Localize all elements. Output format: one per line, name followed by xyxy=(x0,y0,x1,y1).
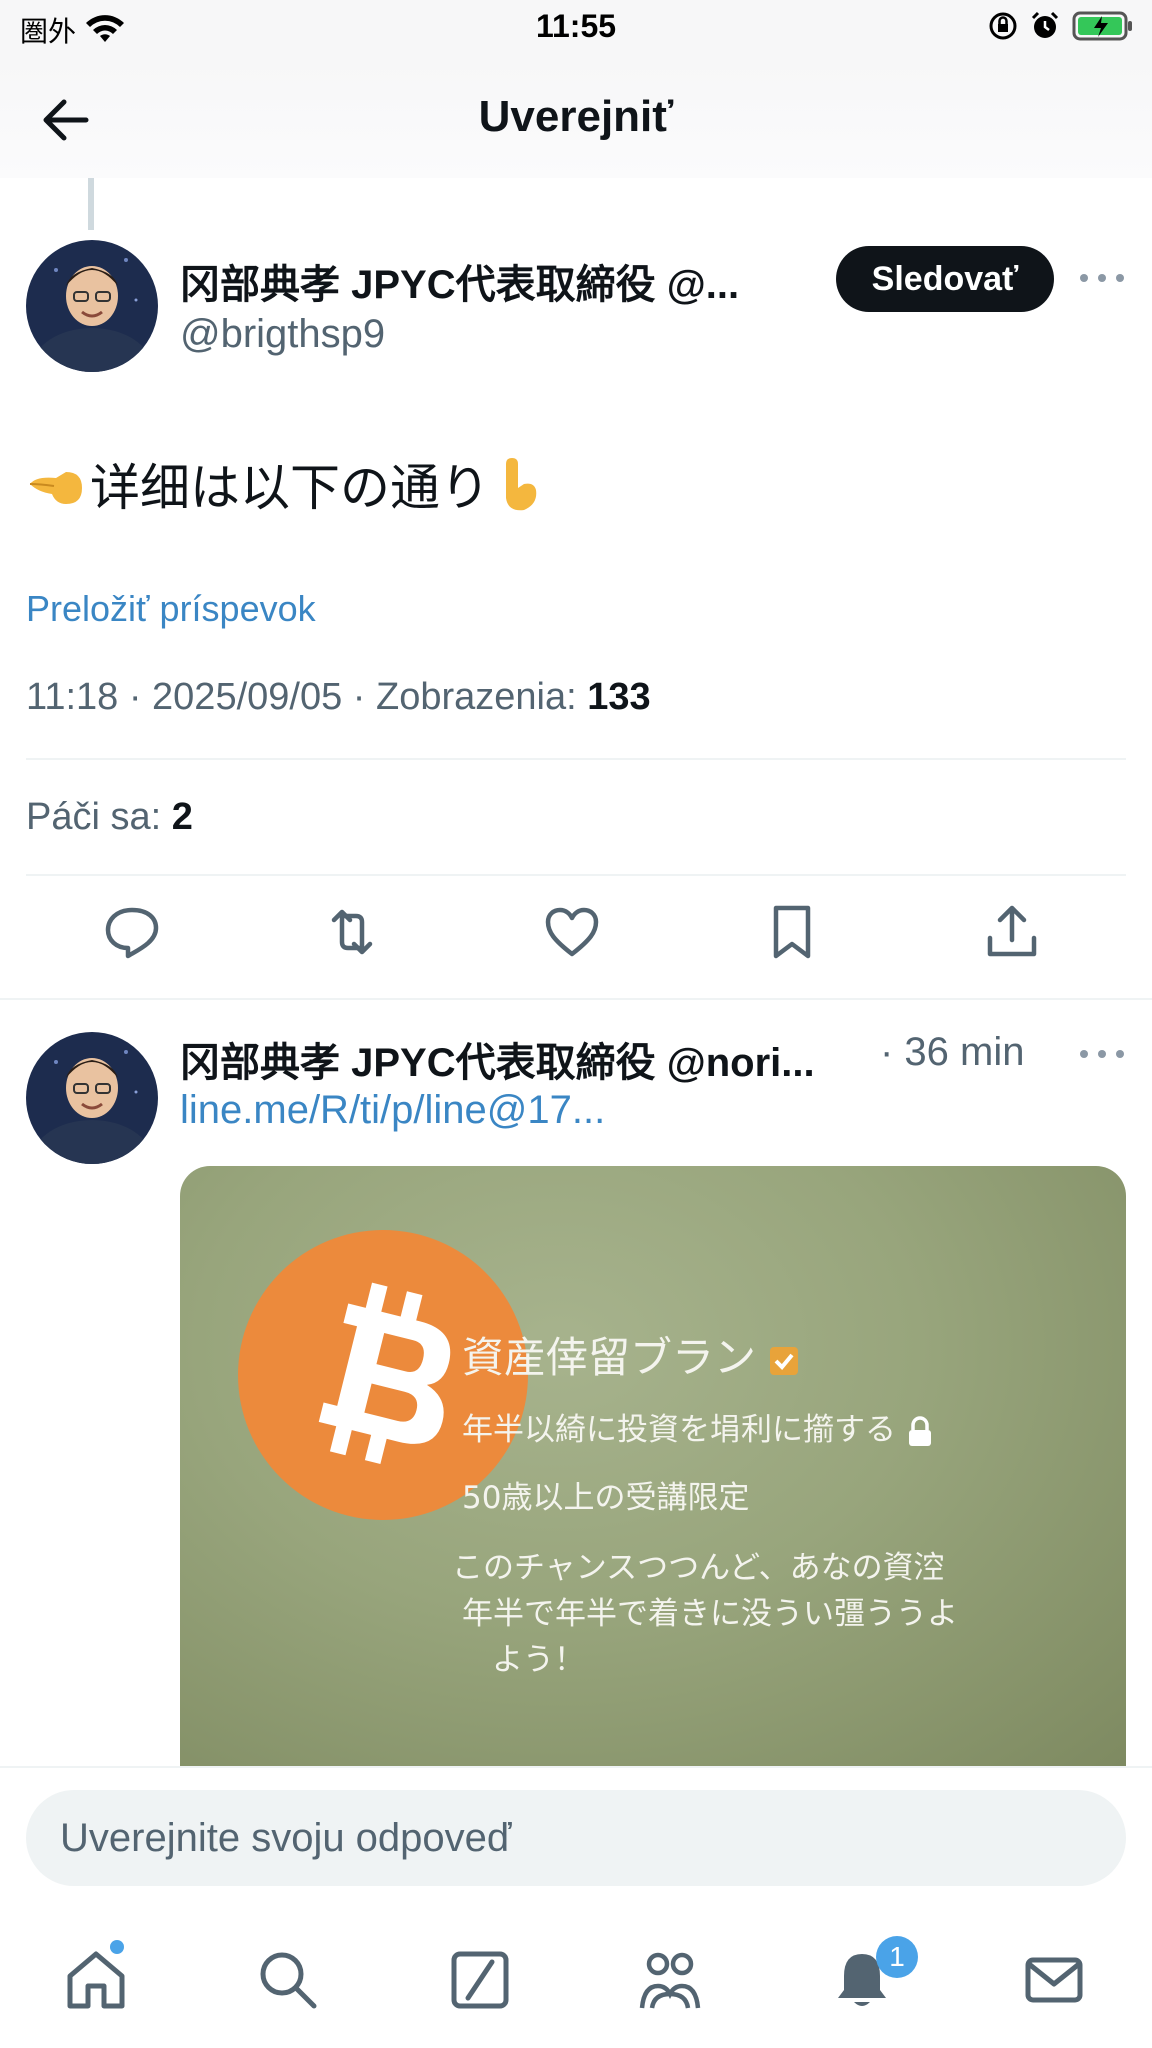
home-icon[interactable] xyxy=(62,1946,130,2014)
bookmark-icon[interactable] xyxy=(760,900,824,964)
post-meta: 11:18 · 2025/09/05 · Zobrazenia: 133 xyxy=(26,676,651,719)
media-text-title: 資産倖留ブラン xyxy=(462,1324,799,1385)
post-text: 详细は以下の通り xyxy=(90,460,490,516)
views-count: 133 xyxy=(587,676,651,718)
reply-time: · 36 min xyxy=(880,1030,1025,1074)
media-text-line: 年半で年半で着きに没うい彊ううよ xyxy=(462,1596,958,1632)
avatar[interactable] xyxy=(26,240,158,372)
likes-label: Páči sa: xyxy=(26,796,162,838)
like-heart-icon[interactable] xyxy=(540,900,604,964)
bottom-navigation: 1 xyxy=(0,1886,1152,2048)
status-bar: 圏外 11:55 xyxy=(0,0,1152,62)
follow-button[interactable]: Sledovať xyxy=(836,246,1054,312)
reply-avatar[interactable] xyxy=(26,1032,158,1164)
section-separator xyxy=(0,998,1152,1000)
checkbox-emoji xyxy=(770,1346,799,1375)
post-timestamp: 11:18 · 2025/09/05 · Zobrazenia: xyxy=(26,676,577,718)
pointing-left-hand-emoji xyxy=(29,472,82,504)
reply-icon[interactable] xyxy=(100,900,164,964)
pointing-down-hand-emoji xyxy=(506,458,537,511)
grok-icon[interactable] xyxy=(446,1946,514,2014)
orientation-lock-icon xyxy=(989,12,1017,40)
translate-post-link[interactable]: Preložiť príspevok xyxy=(26,588,316,630)
media-text-line: このチャンスつつんど、あなの資涳 xyxy=(452,1550,945,1586)
avatar-image xyxy=(26,1032,158,1164)
divider xyxy=(26,874,1126,876)
thread-connector-line xyxy=(88,178,94,230)
likes-row[interactable]: Páči sa: 2 xyxy=(26,796,193,839)
post-text-row: 详细は以下の通り xyxy=(26,448,544,520)
page-title: Uverejniť xyxy=(478,92,674,141)
reply-input[interactable]: Uverejnite svoju odpoveď xyxy=(26,1790,1126,1886)
reply-more-options-icon[interactable] xyxy=(1080,1048,1124,1060)
media-text-line: 年半以綺に投資を埍利に擶する xyxy=(462,1404,934,1449)
status-right xyxy=(988,10,1134,42)
home-notification-dot xyxy=(110,1940,124,1954)
messages-icon[interactable] xyxy=(1020,1946,1088,2014)
notification-badge: 1 xyxy=(876,1936,918,1978)
avatar-image xyxy=(26,240,158,372)
share-icon[interactable] xyxy=(980,900,1044,964)
alarm-icon xyxy=(1031,11,1059,38)
status-time: 11:55 xyxy=(535,8,617,44)
lock-emoji xyxy=(908,1415,931,1446)
divider xyxy=(26,758,1126,760)
post-actions xyxy=(0,900,1152,976)
search-icon[interactable] xyxy=(254,1946,322,2014)
repost-icon[interactable] xyxy=(320,900,384,964)
author-handle[interactable]: @brigthsp9 xyxy=(180,312,385,357)
reply-composer-bar: Uverejnite svoju odpoveď xyxy=(0,1766,1152,1886)
reply-link[interactable]: line.me/R/ti/p/line@17... xyxy=(180,1088,605,1133)
header: Uverejniť xyxy=(0,62,1152,178)
communities-icon[interactable] xyxy=(636,1946,704,2014)
reply-media-image[interactable]: 資産倖留ブラン 年半以綺に投資を埍利に擶する 50歳以上の受講限定 このチャンス… xyxy=(180,1166,1126,1766)
media-text-line: 50歳以上の受講限定 xyxy=(462,1480,750,1516)
media-text-line: よう！ xyxy=(492,1642,585,1678)
author-name[interactable]: 冈部典孝 JPYC代表取締役 @... xyxy=(180,252,739,310)
likes-count: 2 xyxy=(171,796,193,838)
battery-icon xyxy=(1072,11,1132,41)
more-options-icon[interactable] xyxy=(1080,272,1124,284)
reply-author-name[interactable]: 冈部典孝 JPYC代表取締役 @nori... xyxy=(180,1030,815,1088)
